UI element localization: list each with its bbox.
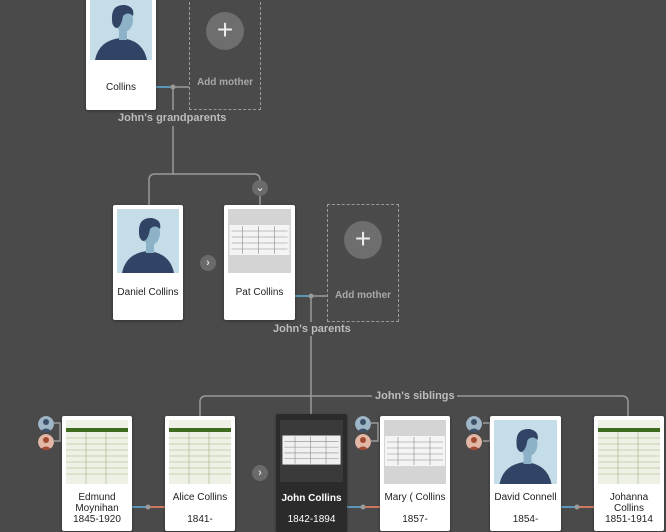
record-document-icon — [66, 420, 128, 484]
male-silhouette-icon — [117, 209, 179, 273]
mother-card[interactable]: Pat Collins — [224, 205, 295, 320]
sibling-years: 1842-1894 — [287, 514, 336, 525]
record-document-icon — [169, 420, 231, 484]
sibling-name: Mary ( Collins — [384, 492, 446, 503]
plus-icon: + — [344, 221, 382, 259]
male-silhouette-icon — [494, 420, 557, 484]
grandparents-label: John's grandparents — [116, 112, 229, 124]
record-document-icon — [384, 420, 446, 484]
father-name: Daniel Collins — [117, 287, 179, 298]
parents-label: John's parents — [271, 323, 353, 335]
spouse-male-mini-avatar[interactable] — [38, 416, 54, 432]
chevron-right-icon[interactable]: › — [200, 255, 216, 271]
sibling-name: John Collins — [281, 493, 342, 504]
chevron-down-icon[interactable]: ⌄ — [252, 180, 268, 196]
sibling-card-david-connell[interactable]: David Connell 1854- — [490, 416, 561, 531]
add-parent-mother-button[interactable]: + Add mother — [327, 204, 399, 322]
sibling-years: 1857- — [402, 514, 428, 525]
add-grandmother-label: Add mother — [196, 77, 254, 88]
sibling-years: 1851-1914 — [605, 514, 653, 525]
add-grandmother-button[interactable]: + Add mother — [189, 0, 261, 110]
sibling-card-johanna-collins[interactable]: Johanna Collins 1851-1914 — [594, 416, 664, 531]
sibling-card-alice-collins[interactable]: Alice Collins 1841- — [165, 416, 235, 531]
sibling-card-john-collins-selected[interactable]: John Collins 1842-1894 — [276, 414, 347, 532]
spouse-female-mini-avatar[interactable] — [466, 434, 482, 450]
record-document-icon — [228, 209, 291, 273]
plus-icon: + — [206, 12, 244, 50]
add-parent-mother-label: Add mother — [334, 290, 392, 301]
father-card[interactable]: Daniel Collins — [113, 205, 183, 320]
sibling-name: Alice Collins — [172, 492, 228, 503]
grandfather-name: Collins — [105, 82, 136, 93]
sibling-card-edmund-moynihan[interactable]: Edmund Moynihan 1845-1920 — [62, 416, 132, 531]
male-silhouette-icon — [90, 0, 152, 60]
spouse-female-mini-avatar[interactable] — [38, 434, 54, 450]
sibling-name: Edmund Moynihan — [75, 492, 119, 514]
mother-name: Pat Collins — [235, 287, 284, 298]
spouse-male-mini-avatar[interactable] — [466, 416, 482, 432]
sibling-years: 1854- — [512, 514, 539, 525]
siblings-label: John's siblings — [373, 390, 457, 402]
record-document-icon — [280, 420, 343, 482]
sibling-years: 1841- — [187, 514, 213, 525]
sibling-years: 1845-1920 — [73, 514, 121, 525]
sibling-name: Johanna Collins — [609, 492, 649, 514]
chevron-right-icon[interactable]: › — [252, 465, 268, 481]
grandfather-card[interactable]: Collins — [86, 0, 156, 110]
sibling-name: David Connell — [494, 492, 557, 503]
sibling-card-mary-collins[interactable]: Mary ( Collins 1857- — [380, 416, 450, 531]
record-document-icon — [598, 420, 660, 484]
spouse-female-mini-avatar[interactable] — [355, 434, 371, 450]
spouse-male-mini-avatar[interactable] — [355, 416, 371, 432]
